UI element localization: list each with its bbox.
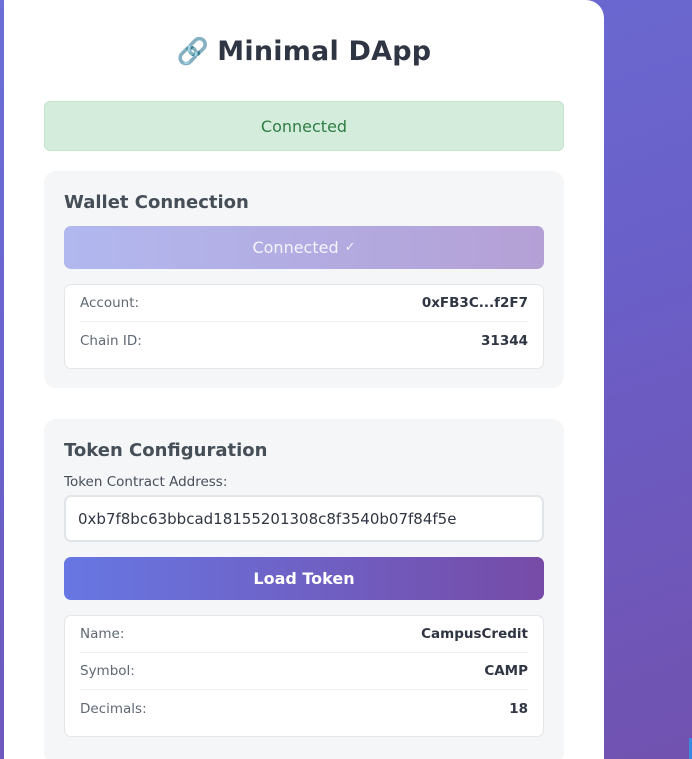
token-symbol-value: CAMP xyxy=(484,663,528,679)
token-decimals-label: Decimals: xyxy=(80,700,147,717)
connect-wallet-button[interactable]: Connected ✓ xyxy=(64,226,544,269)
token-decimals-row: Decimals: 18 xyxy=(80,690,528,727)
chain-id-value: 31344 xyxy=(481,332,528,349)
checkmark-icon: ✓ xyxy=(344,240,356,255)
token-info-box: Name: CampusCredit Symbol: CAMP Decimals… xyxy=(64,615,544,737)
token-address-input[interactable] xyxy=(64,495,544,542)
page-title-text: Minimal DApp xyxy=(217,36,432,67)
token-symbol-label: Symbol: xyxy=(80,663,135,679)
load-token-button[interactable]: Load Token xyxy=(64,557,544,600)
token-symbol-row: Symbol: CAMP xyxy=(80,653,528,690)
wallet-info-box: Account: 0xFB3C...f2F7 Chain ID: 31344 xyxy=(64,284,544,369)
status-banner: Connected xyxy=(44,101,564,151)
account-value: 0xFB3C...f2F7 xyxy=(421,295,528,311)
dapp-card: 🔗 Minimal DApp Connected Wallet Connectio… xyxy=(4,0,604,759)
token-name-value: CampusCredit xyxy=(421,626,528,642)
token-decimals-value: 18 xyxy=(509,700,528,717)
chain-id-row: Chain ID: 31344 xyxy=(80,322,528,359)
token-configuration-section: Token Configuration Token Contract Addre… xyxy=(44,419,564,759)
chain-id-label: Chain ID: xyxy=(80,332,142,349)
account-label: Account: xyxy=(80,295,140,311)
load-token-button-label: Load Token xyxy=(253,569,355,588)
account-row: Account: 0xFB3C...f2F7 xyxy=(80,285,528,322)
status-text: Connected xyxy=(260,116,348,136)
wallet-connection-section: Wallet Connection Connected ✓ Account: 0… xyxy=(44,171,564,388)
token-name-label: Name: xyxy=(80,626,125,642)
wallet-section-heading: Wallet Connection xyxy=(64,192,249,213)
token-section-heading: Token Configuration xyxy=(64,440,268,461)
token-name-row: Name: CampusCredit xyxy=(80,616,528,653)
link-icon: 🔗 xyxy=(176,37,210,67)
connect-wallet-button-label: Connected xyxy=(252,238,339,257)
page-title: 🔗 Minimal DApp xyxy=(4,36,604,67)
token-address-label: Token Contract Address: xyxy=(64,474,228,490)
